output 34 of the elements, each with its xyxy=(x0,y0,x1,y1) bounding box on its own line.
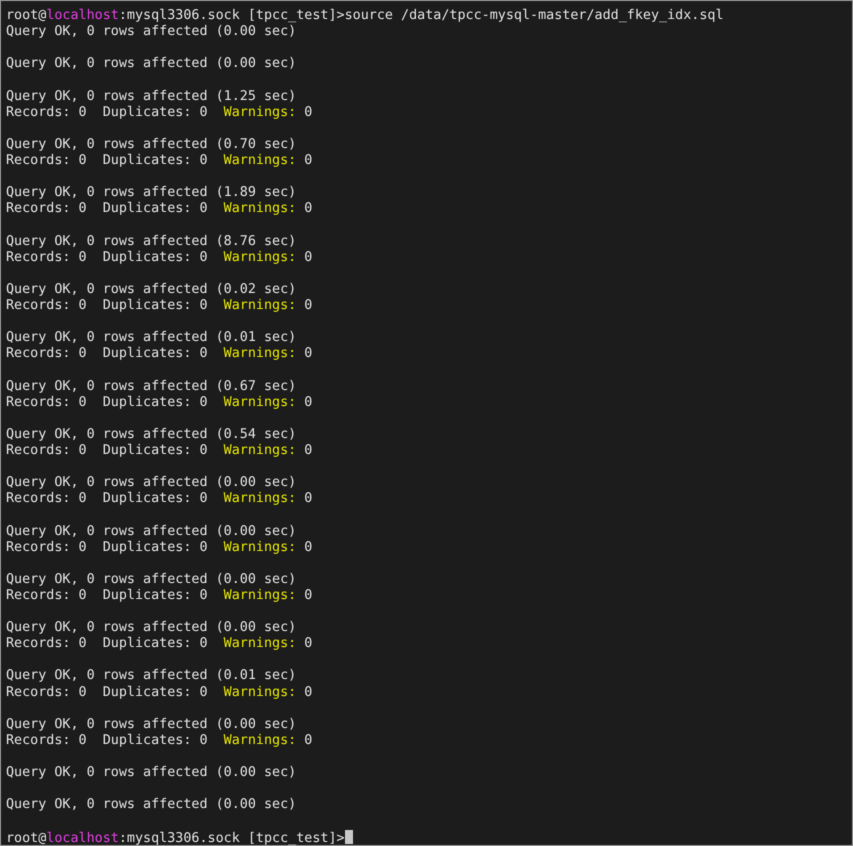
output-line: Query OK, 0 rows affected (0.00 sec) xyxy=(6,716,296,733)
prompt-line: root@localhost:mysql3306.sock [tpcc_test]> xyxy=(6,830,353,846)
output-line: Records: 0 Duplicates: 0 Warnings: 0 xyxy=(6,298,312,314)
output-line: Records: 0 Duplicates: 0 Warnings: 0 xyxy=(6,442,312,460)
output-line: Query OK, 0 rows affected (8.76 sec) xyxy=(6,234,296,250)
output-line: Records: 0 Duplicates: 0 Warnings: 0 xyxy=(6,732,312,750)
output-line: Query OK, 0 rows affected (0.67 sec) xyxy=(6,378,296,395)
output-line: Query OK, 0 rows affected (0.00 sec) xyxy=(6,765,296,782)
output-line: Query OK, 0 rows affected (0.00 sec) xyxy=(6,524,296,540)
output-line: Records: 0 Duplicates: 0 Warnings: 0 xyxy=(6,250,312,266)
output-line: Records: 0 Duplicates: 0 Warnings: 0 xyxy=(6,152,312,170)
output-line: Records: 0 Duplicates: 0 Warnings: 0 xyxy=(6,394,312,411)
output-line: Records: 0 Duplicates: 0 Warnings: 0 xyxy=(6,636,312,652)
output-line: Query OK, 0 rows affected (1.89 sec) xyxy=(6,185,296,202)
output-line: Query OK, 0 rows affected (0.00 sec) xyxy=(6,56,296,72)
output-line: Records: 0 Duplicates: 0 Warnings: 0 xyxy=(6,588,312,604)
output-line: Query OK, 0 rows affected (0.70 sec) xyxy=(6,136,296,153)
output-line: Query OK, 0 rows affected (0.00 sec) xyxy=(6,475,296,492)
output-line: Query OK, 0 rows affected (0.00 sec) xyxy=(6,620,296,636)
output-line: Records: 0 Duplicates: 0 Warnings: 0 xyxy=(6,201,312,218)
output-line: Query OK, 0 rows affected (0.54 sec) xyxy=(6,426,296,443)
output-line: Records: 0 Duplicates: 0 Warnings: 0 xyxy=(6,684,312,701)
output-line: Records: 0 Duplicates: 0 Warnings: 0 xyxy=(6,491,312,508)
output-line: Query OK, 0 rows affected (0.00 sec) xyxy=(6,572,296,588)
output-line: Query OK, 0 rows affected (0.00 sec) xyxy=(6,797,296,814)
prompt-line: root@localhost:mysql3306.sock [tpcc_test]>source /data/tpcc-mysql-master/add_fkey_idx.sql xyxy=(6,8,724,24)
output-line: Query OK, 0 rows affected (0.01 sec) xyxy=(6,330,296,346)
output-line: Query OK, 0 rows affected (0.01 sec) xyxy=(6,668,296,685)
output-line: Records: 0 Duplicates: 0 Warnings: 0 xyxy=(6,540,312,556)
output-line: Query OK, 0 rows affected (0.02 sec) xyxy=(6,282,296,298)
output-line: Query OK, 0 rows affected (0.00 sec) xyxy=(6,24,296,40)
output-line: Records: 0 Duplicates: 0 Warnings: 0 xyxy=(6,104,312,121)
output-line: Records: 0 Duplicates: 0 Warnings: 0 xyxy=(6,346,312,362)
output-line: Query OK, 0 rows affected (1.25 sec) xyxy=(6,88,296,105)
